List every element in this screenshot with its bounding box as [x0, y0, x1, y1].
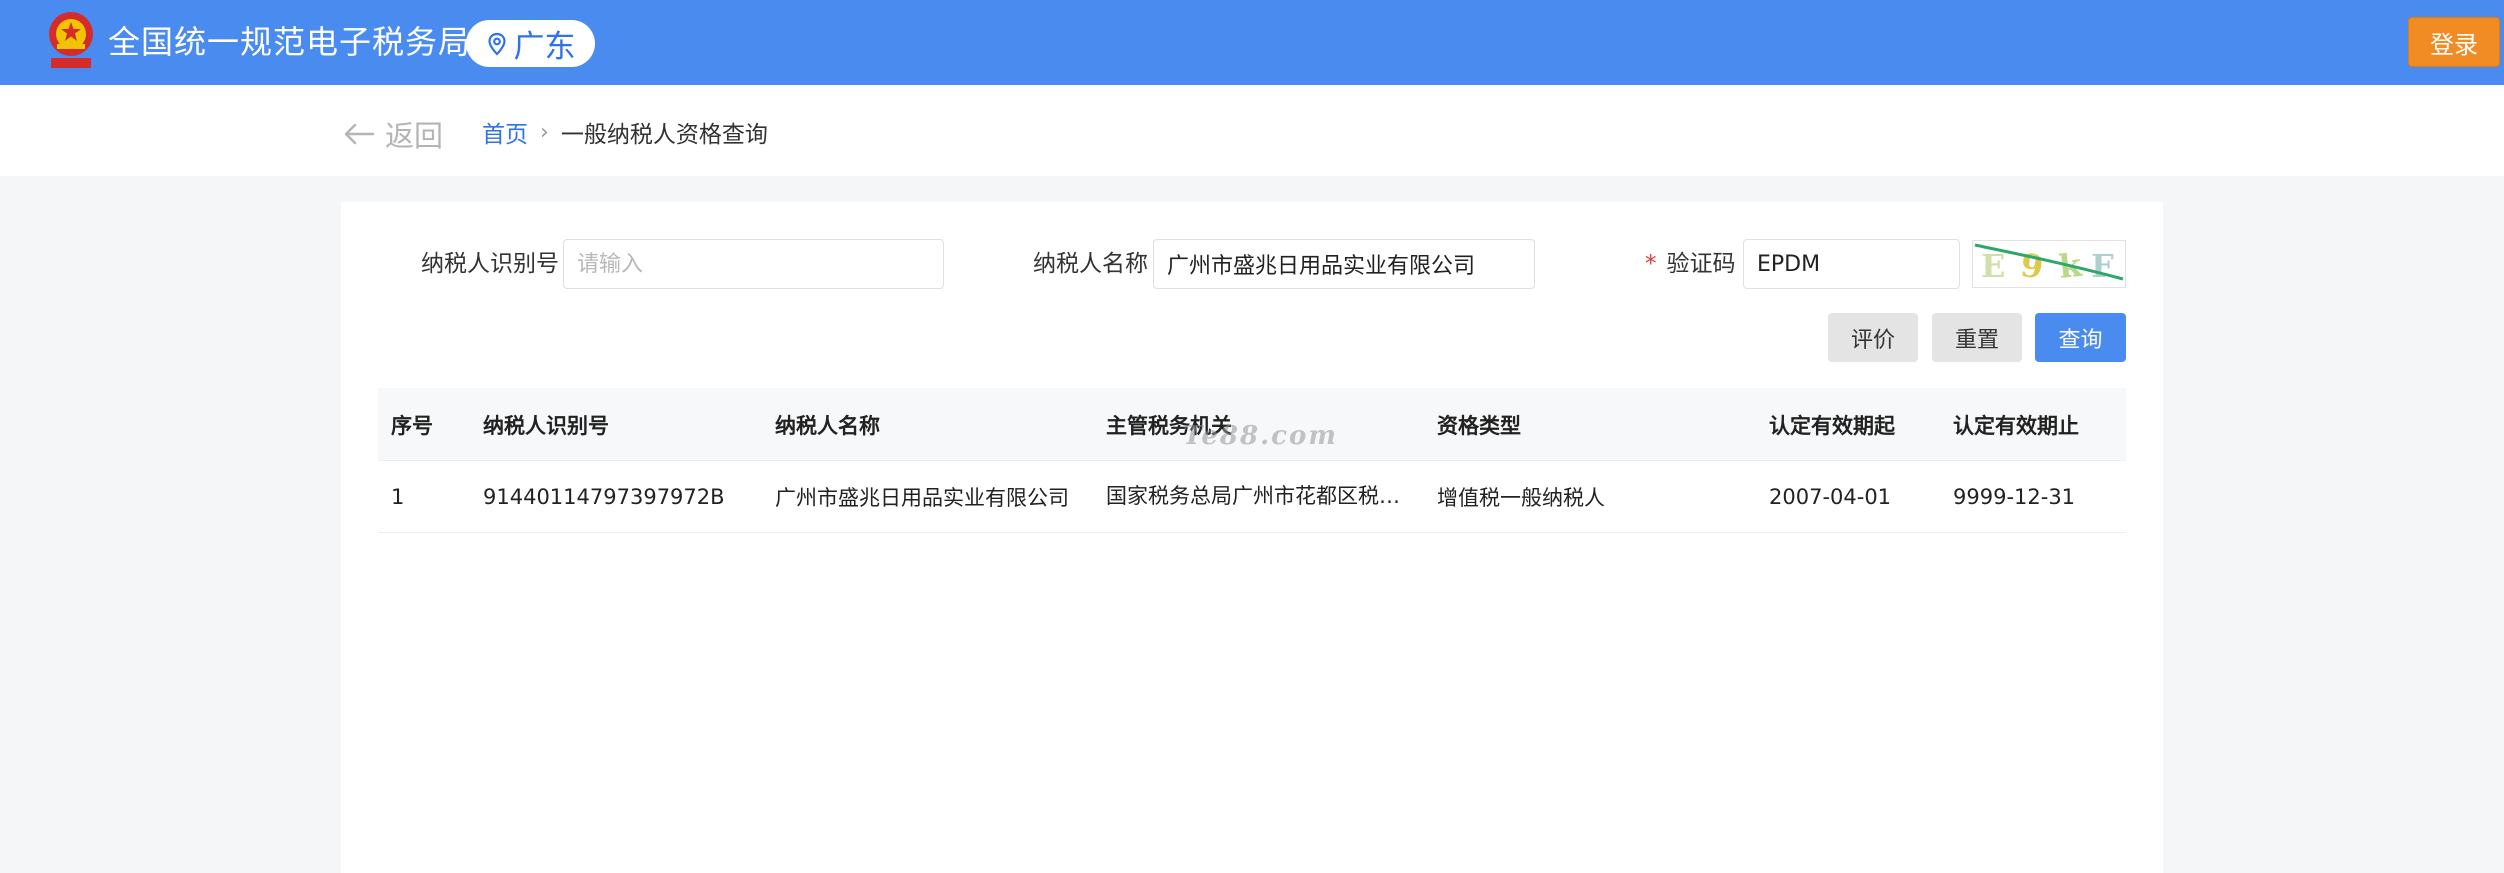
table-cell: 9999-12-31 — [1953, 484, 2076, 509]
rate-button[interactable]: 评价 — [1828, 313, 1918, 362]
site-title: 全国统一规范电子税务局 — [108, 23, 472, 61]
watermark: Te88.com — [1183, 421, 1338, 451]
required-mark: * — [1645, 251, 1657, 277]
breadcrumb-home-link[interactable]: 首页 — [482, 115, 528, 149]
reset-button[interactable]: 重置 — [1932, 313, 2022, 362]
captcha-image[interactable]: E 9 k F — [1972, 240, 2126, 288]
table-cell-text: 国家税务总局广州市花都区税务局 — [1106, 484, 1411, 508]
table-cell: 广州市盛兆日用品实业有限公司 — [775, 485, 1069, 510]
captcha-char-1: E — [1981, 247, 2005, 285]
top-header: 全国统一规范电子税务局 广东 登录 — [0, 0, 2504, 85]
breadcrumb-current: 一般纳税人资格查询 — [560, 122, 768, 148]
captcha-graphic: E 9 k F — [1974, 243, 2124, 287]
column-header: 纳税人识别号 — [483, 413, 609, 438]
captcha-input[interactable] — [1743, 239, 1960, 289]
table-cell: 91440114797397972B — [483, 484, 725, 509]
taxpayer-id-input[interactable] — [563, 239, 944, 289]
table-cell-tax-authority: 国家税务总局广州市花都区税务局 — [1106, 461, 1411, 532]
column-header: 纳税人名称 — [775, 413, 880, 438]
column-header: 序号 — [391, 413, 433, 438]
region-label: 广东 — [513, 29, 576, 65]
location-pin-icon — [487, 32, 506, 56]
arrow-left-icon — [344, 123, 375, 145]
table-cell: 1 — [391, 484, 405, 509]
captcha-char-2: 9 — [2018, 246, 2045, 287]
table-cell: 增值税一般纳税人 — [1437, 485, 1605, 510]
query-panel — [341, 202, 2163, 873]
captcha-char-4: F — [2091, 247, 2114, 285]
taxpayer-name-label: 纳税人名称 — [1033, 251, 1148, 277]
navigation-bar: 返回 首页 › 一般纳税人资格查询 — [0, 85, 2504, 176]
query-button[interactable]: 查询 — [2035, 313, 2126, 362]
column-header: 资格类型 — [1437, 413, 1521, 438]
column-header: 认定有效期止 — [1953, 413, 2079, 438]
taxpayer-name-input[interactable] — [1153, 239, 1535, 289]
region-selector[interactable]: 广东 — [466, 20, 595, 67]
table-cell: 2007-04-01 — [1769, 484, 1892, 509]
taxpayer-id-label: 纳税人识别号 — [421, 251, 559, 277]
captcha-label: 验证码 — [1666, 251, 1736, 277]
login-button[interactable]: 登录 — [2408, 17, 2500, 67]
captcha-label-wrap: * 验证码 — [1645, 249, 1736, 279]
back-label: 返回 — [385, 119, 444, 153]
breadcrumb-separator-icon: › — [540, 119, 549, 145]
column-header: 认定有效期起 — [1769, 413, 1895, 438]
national-emblem-icon — [49, 12, 93, 68]
back-button[interactable]: 返回 — [343, 113, 443, 155]
table-row[interactable]: 1 91440114797397972B 广州市盛兆日用品实业有限公司 国家税务… — [378, 461, 2126, 533]
breadcrumb: 首页 › 一般纳税人资格查询 — [482, 115, 768, 149]
